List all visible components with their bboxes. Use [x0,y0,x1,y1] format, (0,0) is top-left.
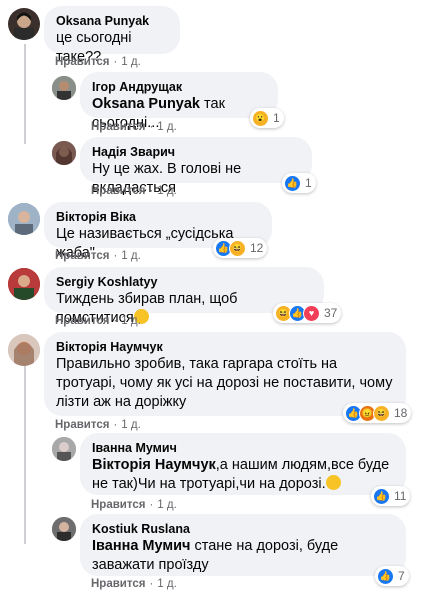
timestamp[interactable]: 1 д. [121,419,141,431]
comment-author[interactable]: Kostiuk Ruslana [92,521,394,537]
avatar[interactable] [52,76,76,100]
avatar-image [52,141,76,165]
separator-dot: · [149,499,154,511]
avatar-image [52,517,76,541]
wow-reaction-icon: 😮 [252,109,269,127]
love-reaction-icon: ♥ [303,304,320,322]
timestamp[interactable]: 1 д. [157,499,177,511]
timestamp[interactable]: 1 д. [121,56,141,68]
mention-link[interactable]: Oksana Punyak [92,96,200,112]
avatar[interactable] [52,517,76,541]
reaction-count: 7 [398,569,405,583]
timestamp[interactable]: 1 д. [157,578,177,590]
comment-author[interactable]: Sergiy Koshlatyy [56,274,312,290]
comment-actions: Нравится · 1 д. [55,56,141,68]
comment-author[interactable]: Вікторія Віка [56,209,260,225]
mention-link[interactable]: Вікторія Наумчук [92,457,216,473]
separator-dot: · [149,185,154,197]
timestamp[interactable]: 1 д. [121,250,141,262]
reactions-pill[interactable]: 👍 😠 😆 18 [343,403,412,423]
comment-author[interactable]: Надія Зварич [92,144,300,160]
separator-dot: · [149,578,154,590]
comment-bubble: Kostiuk Ruslana Іванна Мумич стане на до… [80,514,406,576]
avatar[interactable] [8,334,40,366]
haha-reaction-icon: 😆 [229,239,246,257]
comment-text: Правильно зробив, така гаргара стоїть на… [56,356,393,410]
avatar[interactable] [8,203,40,235]
like-button[interactable]: Нравится [55,250,109,262]
avatar-image [52,437,76,461]
avatar[interactable] [8,268,40,300]
avatar[interactable] [52,437,76,461]
comment-text: Іванна Мумич стане на дорозі, буде заваж… [92,537,394,575]
avatar-image [14,12,34,40]
reactions-pill[interactable]: 👍 11 [371,486,411,506]
separator-dot: · [113,250,118,262]
reaction-count: 11 [394,489,407,503]
comment-text: Вікторія Наумчук,а нашим людям,все буде … [92,456,394,494]
timestamp[interactable]: 1 д. [157,121,177,133]
reactions-pill[interactable]: 😆 👍 ♥ 37 [273,303,342,323]
comment-actions: Нравится · 1 д. [55,250,141,262]
avatar-image [52,76,76,100]
reactions-pill[interactable]: 👍 1 [282,173,316,193]
reaction-count: 37 [324,306,338,320]
like-button[interactable]: Нравится [55,419,109,431]
like-button[interactable]: Нравится [91,578,145,590]
thread-line [24,364,26,544]
comment-author[interactable]: Вікторія Наумчук [56,339,394,355]
like-reaction-icon: 👍 [377,567,394,585]
thread-line [24,44,26,144]
avatar[interactable] [8,8,40,40]
comment-bubble: Ігор Андрущак Oksana Punyak так сьогодні… [80,72,278,131]
reaction-count: 1 [273,111,280,125]
like-reaction-icon: 👍 [284,174,301,192]
like-button[interactable]: Нравится [55,56,109,68]
reaction-count: 18 [394,406,408,420]
avatar-image [8,334,40,366]
avatar[interactable] [52,141,76,165]
separator-dot: · [113,315,118,327]
reaction-count: 12 [250,241,264,255]
mention-link[interactable]: Іванна Мумич [92,538,190,554]
like-button[interactable]: Нравится [55,315,109,327]
comment-actions: Нравится · 1 д. [91,499,177,511]
comment-actions: Нравится · 1 д. [91,121,177,133]
comment-bubble: Іванна Мумич Вікторія Наумчук,а нашим лю… [80,433,406,495]
separator-dot: · [113,419,118,431]
comment-author[interactable]: Іванна Мумич [92,440,394,456]
like-reaction-icon: 👍 [373,487,390,505]
like-button[interactable]: Нравится [91,185,145,197]
separator-dot: · [113,56,118,68]
reactions-pill[interactable]: 👍 😆 12 [213,238,268,258]
haha-reaction-icon: 😆 [373,404,390,422]
comment-actions: Нравится · 1 д. [55,419,141,431]
smile-emoji-icon [325,475,341,490]
comment-actions: Нравится · 1 д. [55,315,141,327]
avatar-image [8,268,40,300]
comment-actions: Нравится · 1 д. [91,578,177,590]
comment-bubble: Надія Зварич Ну це жах. В голові не вкла… [80,137,312,196]
comment-author[interactable]: Oksana Punyak [56,13,168,29]
comment-actions: Нравится · 1 д. [91,185,177,197]
like-button[interactable]: Нравится [91,121,145,133]
like-button[interactable]: Нравится [91,499,145,511]
timestamp[interactable]: 1 д. [157,185,177,197]
reactions-pill[interactable]: 👍 7 [375,566,409,586]
comment-bubble: Oksana Punyak це сьогодні таке?? [44,6,180,65]
reaction-count: 1 [305,176,312,190]
separator-dot: · [149,121,154,133]
comment-author[interactable]: Ігор Андрущак [92,79,266,95]
avatar-image [8,203,40,235]
timestamp[interactable]: 1 д. [121,315,141,327]
reactions-pill[interactable]: 😮 1 [250,108,284,128]
